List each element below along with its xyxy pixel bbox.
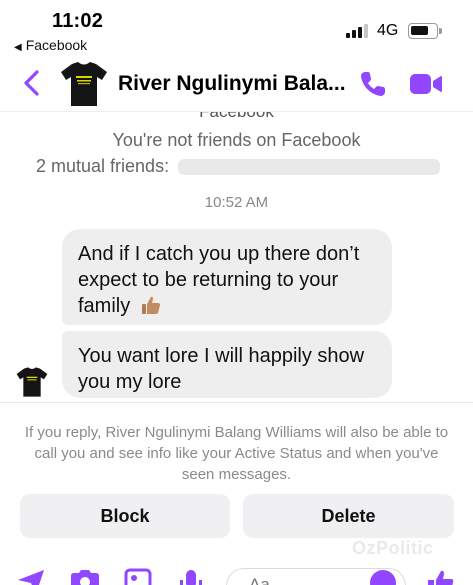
audio-call-button[interactable] bbox=[359, 70, 387, 98]
mutual-friends-text: 2 mutual friends: bbox=[36, 156, 170, 176]
sender-avatar[interactable] bbox=[14, 366, 50, 398]
message-bubble[interactable]: You want lore I will happily show you my… bbox=[62, 331, 392, 398]
chevron-left-icon bbox=[24, 70, 39, 96]
clock: 11:02 bbox=[52, 10, 104, 32]
blurred-mutual-names bbox=[178, 159, 440, 175]
message-composer: Aa bbox=[0, 562, 473, 585]
video-call-button[interactable] bbox=[409, 71, 443, 97]
thumbs-up-emoji-icon bbox=[141, 296, 160, 314]
back-app-label: Facebook bbox=[25, 37, 88, 53]
tshirt-avatar-icon bbox=[61, 62, 107, 106]
not-friends-text: You're not friends on Facebook bbox=[112, 130, 361, 150]
divider bbox=[0, 402, 473, 403]
back-triangle-icon: ◀ bbox=[14, 42, 22, 53]
chat-header: River Ngulinymi Bala... bbox=[0, 56, 473, 112]
message-input-placeholder: Aa bbox=[249, 575, 270, 585]
message-text: And if I catch you up there don’t expect… bbox=[78, 243, 360, 317]
message-timestamp: 10:52 AM bbox=[204, 194, 269, 211]
video-camera-icon bbox=[410, 74, 442, 94]
network-type: 4G bbox=[377, 22, 399, 39]
back-button[interactable] bbox=[20, 68, 44, 98]
delete-button[interactable]: Delete bbox=[243, 494, 454, 538]
cellular-signal-icon bbox=[346, 24, 370, 38]
contact-name[interactable]: River Ngulinymi Bala... bbox=[118, 72, 346, 96]
message-text: You want lore I will happily show you my… bbox=[78, 345, 365, 393]
send-arrow-icon[interactable] bbox=[16, 568, 46, 585]
phone-icon bbox=[361, 72, 385, 96]
reply-notice: If you reply, River Ngulinymi Balang Wil… bbox=[24, 424, 449, 483]
battery-icon bbox=[408, 23, 442, 39]
tshirt-avatar-icon bbox=[16, 367, 48, 397]
microphone-icon[interactable] bbox=[178, 568, 204, 585]
gallery-icon[interactable] bbox=[124, 568, 152, 585]
like-icon[interactable] bbox=[424, 568, 456, 585]
message-bubble[interactable]: And if I catch you up there don’t expect… bbox=[62, 229, 392, 325]
facebook-label: Facebook bbox=[0, 112, 473, 122]
back-to-app-link[interactable]: ◀ Facebook bbox=[14, 37, 87, 53]
watermark: OzPolitic bbox=[352, 538, 434, 558]
contact-avatar[interactable] bbox=[58, 60, 110, 108]
camera-icon[interactable] bbox=[68, 568, 102, 585]
status-bar: 11:02 ◀ Facebook 4G bbox=[0, 0, 473, 56]
conversation-thread[interactable]: Facebook You're not friends on Facebook … bbox=[0, 112, 473, 402]
emoji-icon[interactable] bbox=[368, 568, 398, 585]
block-button[interactable]: Block bbox=[20, 494, 230, 538]
